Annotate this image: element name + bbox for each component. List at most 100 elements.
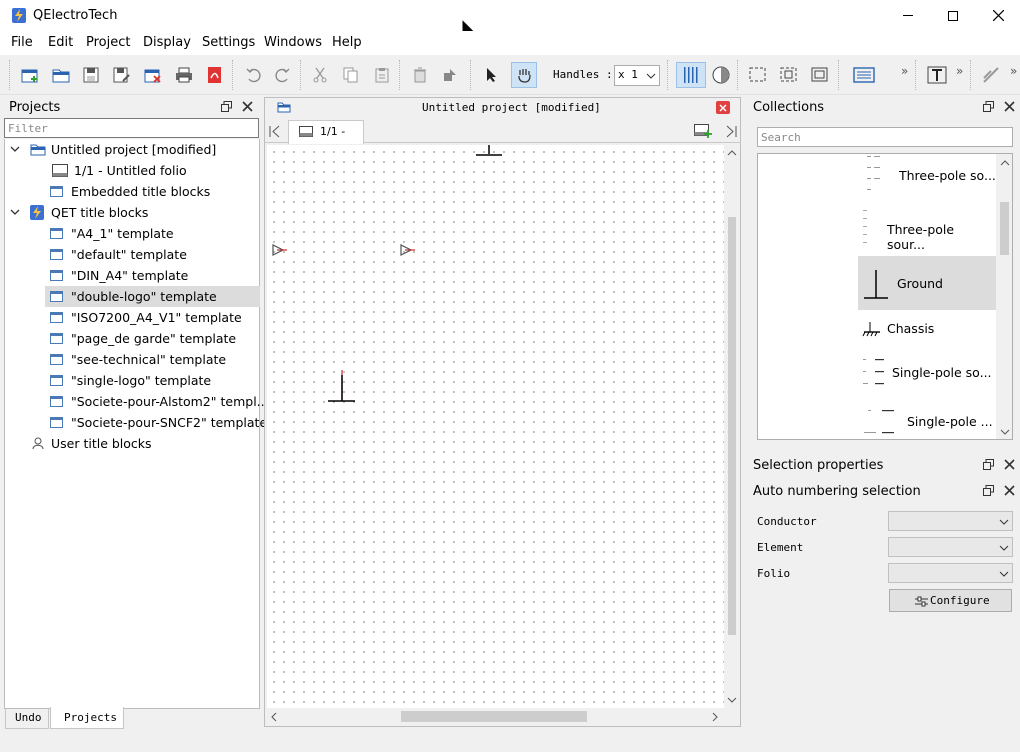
vertical-scroll-thumb[interactable] [728, 217, 736, 635]
close-window-button[interactable] [975, 0, 1020, 31]
chevron-down-icon[interactable] [10, 145, 20, 153]
collection-item-single-pole-source-1[interactable]: Single-pole so... [858, 349, 996, 397]
next-folio-icon[interactable] [725, 125, 737, 138]
close-project-button[interactable] [140, 62, 166, 88]
chevron-left-icon[interactable] [270, 712, 278, 722]
tree-item-untitled-project[interactable]: Untitled project [modified] [5, 139, 260, 160]
collections-scroll-thumb[interactable] [1000, 202, 1009, 255]
close-icon [242, 101, 253, 112]
collection-item-three-pole-source-1[interactable]: Three-pole so... [858, 154, 996, 199]
menu-help[interactable]: Help [332, 35, 362, 50]
horizontal-scrollbar[interactable] [267, 708, 724, 725]
chevron-up-icon[interactable] [727, 149, 737, 157]
undo-button[interactable] [240, 62, 266, 88]
menu-windows[interactable]: Windows [264, 35, 322, 50]
select-all-button[interactable] [745, 62, 771, 88]
collection-item-single-pole-source-2[interactable]: Single-pole ... [858, 398, 996, 439]
tree-item-template[interactable]: "single-logo" template [5, 370, 260, 391]
add-conductor-button[interactable] [978, 62, 1004, 88]
maximize-button[interactable] [930, 0, 976, 31]
folio-select[interactable] [888, 563, 1013, 583]
chevron-down-icon[interactable] [727, 696, 737, 704]
save-as-button[interactable] [109, 62, 135, 88]
zoom-fit-button[interactable] [776, 62, 802, 88]
previous-folio-icon[interactable] [269, 125, 281, 138]
collection-item-chassis[interactable]: Chassis [858, 312, 996, 350]
chevron-down-icon[interactable] [1000, 428, 1010, 436]
toggle-grid-button[interactable] [676, 62, 706, 88]
copy-button[interactable] [338, 62, 364, 88]
menu-file[interactable]: File [11, 35, 33, 50]
chevron-up-icon[interactable] [1000, 159, 1010, 167]
zoom-reset-button[interactable] [807, 62, 833, 88]
toggle-theme-button[interactable] [708, 62, 734, 88]
configure-button[interactable]: Configure [889, 589, 1012, 612]
open-project-button[interactable] [48, 62, 74, 88]
vertical-scrollbar[interactable] [724, 145, 740, 708]
projects-float-button[interactable] [221, 101, 233, 113]
toolbar-overflow-icon-2[interactable]: » [956, 64, 963, 78]
float-window-icon [983, 459, 994, 470]
tree-item-qet-title-blocks[interactable]: QET title blocks [5, 202, 260, 223]
tab-projects[interactable]: Projects [50, 707, 124, 729]
project-properties-button[interactable] [850, 62, 878, 88]
element-select[interactable] [888, 537, 1013, 557]
folio-tab[interactable]: 1/1 - [288, 120, 364, 144]
cut-button[interactable] [307, 62, 333, 88]
toolbar-overflow-icon[interactable]: » [901, 64, 908, 78]
canvas-elements [272, 145, 502, 402]
tree-item-user-title-blocks[interactable]: User title blocks [5, 433, 260, 454]
collections-close-button[interactable] [1004, 101, 1016, 113]
collections-scrollbar[interactable] [996, 154, 1012, 439]
auto-numbering-close-button[interactable] [1004, 485, 1016, 497]
paste-button[interactable] [369, 62, 395, 88]
new-project-button[interactable] [17, 62, 43, 88]
menu-project[interactable]: Project [86, 35, 130, 50]
tree-item-embedded-title-blocks[interactable]: Embedded title blocks [5, 181, 260, 202]
collection-item-three-pole-source-2[interactable]: Three-pole sour... [858, 200, 996, 254]
tree-item-template[interactable]: "A4_1" template [5, 223, 260, 244]
projects-filter-input[interactable]: Filter [4, 118, 259, 138]
tree-item-template[interactable]: "Societe-pour-SNCF2" template [5, 412, 267, 433]
export-pdf-button[interactable] [202, 62, 228, 88]
menu-settings[interactable]: Settings [202, 35, 255, 50]
selection-properties-close-button[interactable] [1004, 459, 1016, 471]
filter-placeholder: Filter [8, 122, 48, 135]
single-pole-source-symbol-icon [864, 410, 894, 434]
collections-search-input[interactable]: Search [757, 127, 1013, 147]
horizontal-scroll-thumb[interactable] [401, 711, 587, 722]
conductor-select[interactable] [888, 511, 1013, 531]
tree-item-template[interactable]: "see-technical" template [5, 349, 260, 370]
save-button[interactable] [78, 62, 104, 88]
select-tool-button[interactable] [478, 62, 504, 88]
close-project-tab-button[interactable] [716, 101, 730, 114]
tree-item-template[interactable]: "Societe-pour-Alstom2" templ... [5, 391, 269, 412]
tree-item-template[interactable]: "default" template [5, 244, 260, 265]
tree-item-template[interactable]: "page_de garde" template [5, 328, 260, 349]
tree-item-template[interactable]: "DIN_A4" template [5, 265, 260, 286]
pan-tool-button[interactable] [511, 62, 537, 88]
tree-item-template-selected[interactable]: "double-logo" template [45, 286, 260, 307]
projects-close-button[interactable] [242, 101, 254, 113]
redo-button[interactable] [270, 62, 296, 88]
print-button[interactable] [171, 62, 197, 88]
tree-item-folio[interactable]: 1/1 - Untitled folio [5, 160, 260, 181]
tree-item-template[interactable]: "ISO7200_A4_V1" template [5, 307, 260, 328]
chevron-down-icon[interactable] [10, 208, 20, 216]
add-text-button[interactable] [924, 62, 950, 88]
delete-button[interactable] [407, 62, 433, 88]
tab-undo[interactable]: Undo [5, 709, 49, 729]
drawing-canvas[interactable] [267, 145, 724, 708]
minimize-button[interactable] [885, 0, 931, 31]
chevron-right-icon[interactable] [711, 712, 719, 722]
menu-edit[interactable]: Edit [48, 35, 73, 50]
rotate-button[interactable] [437, 62, 463, 88]
add-folio-icon[interactable] [694, 124, 712, 139]
menu-display[interactable]: Display [143, 35, 191, 50]
collection-item-ground[interactable]: Ground [858, 256, 996, 310]
handles-select[interactable]: x 1 [614, 65, 660, 86]
selection-properties-float-button[interactable] [983, 459, 995, 471]
collections-float-button[interactable] [983, 101, 995, 113]
auto-numbering-float-button[interactable] [983, 485, 995, 497]
toolbar-overflow-icon-3[interactable]: » [1010, 64, 1017, 78]
